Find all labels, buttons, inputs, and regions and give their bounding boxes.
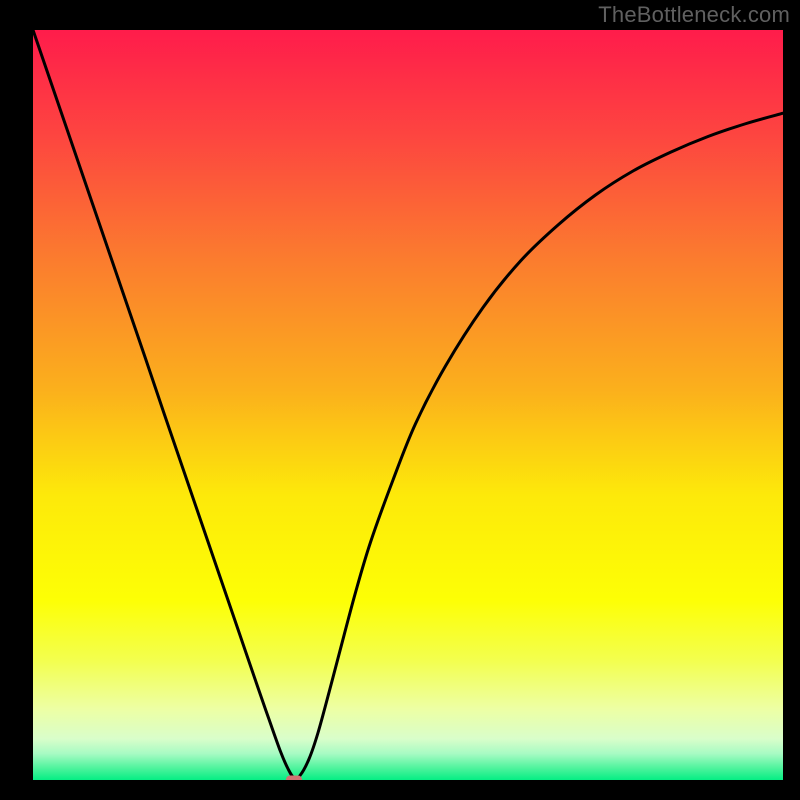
- watermark-text: TheBottleneck.com: [598, 2, 790, 28]
- chart-frame: TheBottleneck.com: [0, 0, 800, 800]
- bottleneck-chart: [33, 30, 783, 780]
- optimal-marker: [286, 776, 302, 781]
- gradient-background: [33, 30, 783, 780]
